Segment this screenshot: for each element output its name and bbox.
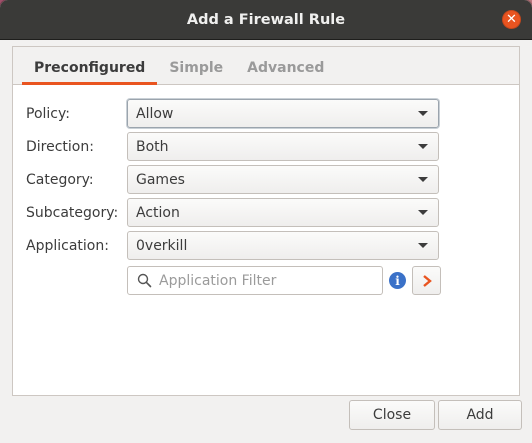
add-button[interactable]: Add [438,400,522,430]
apply-filter-button[interactable] [412,266,441,295]
category-dropdown[interactable]: Games [127,165,439,194]
policy-value: Allow [136,105,174,122]
application-filter-input[interactable]: Application Filter [127,266,383,295]
application-label: Application: [26,237,109,254]
search-icon [137,273,152,288]
tab-bar: Preconfigured Simple Advanced [13,47,519,85]
application-filter-placeholder: Application Filter [159,272,277,289]
direction-dropdown[interactable]: Both [127,132,439,161]
subcategory-row: Subcategory: Action [26,196,519,229]
info-icon[interactable]: i [389,272,406,289]
policy-dropdown[interactable]: Allow [127,99,439,128]
policy-label: Policy: [26,105,70,122]
tab-preconfigured[interactable]: Preconfigured [22,60,158,85]
dropdown-arrow-icon [418,177,428,182]
close-button[interactable]: Close [349,400,435,430]
policy-row: Policy: Allow [26,97,519,130]
direction-row: Direction: Both [26,130,519,163]
tab-simple[interactable]: Simple [157,60,235,84]
direction-label: Direction: [26,138,94,155]
application-value: 0verkill [136,237,188,254]
close-icon[interactable]: ✕ [502,10,521,29]
notebook: Preconfigured Simple Advanced Policy: Al… [12,46,520,396]
dropdown-arrow-icon [418,111,428,116]
dropdown-arrow-icon [418,243,428,248]
category-value: Games [136,171,185,188]
dropdown-arrow-icon [418,144,428,149]
subcategory-dropdown[interactable]: Action [127,198,439,227]
dropdown-arrow-icon [418,210,428,215]
window-title: Add a Firewall Rule [186,11,346,28]
dialog-window: Add a Firewall Rule ✕ Preconfigured Simp… [0,0,532,443]
application-filter-row: Application Filter i [127,266,519,295]
category-label: Category: [26,171,94,188]
application-dropdown[interactable]: 0verkill [127,231,439,260]
category-row: Category: Games [26,163,519,196]
subcategory-label: Subcategory: [26,204,119,221]
application-row: Application: 0verkill [26,229,519,262]
direction-value: Both [136,138,169,155]
tab-advanced[interactable]: Advanced [235,60,336,84]
rule-form: Policy: Allow Direction: Both Category: … [26,97,519,295]
chevron-right-icon [422,274,432,287]
dialog-footer: Close Add [0,396,532,443]
title-bar[interactable]: Add a Firewall Rule ✕ [0,0,532,40]
subcategory-value: Action [136,204,180,221]
